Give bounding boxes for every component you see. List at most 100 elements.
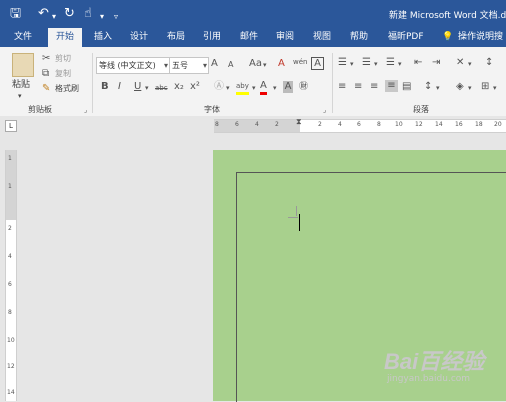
scissors-icon[interactable]: ✂ bbox=[42, 53, 50, 65]
touch-mode-icon[interactable]: ☝ bbox=[84, 6, 92, 22]
undo-icon[interactable]: ↶ bbox=[38, 6, 49, 22]
crop-mark bbox=[296, 206, 297, 216]
chinese-layout-icon[interactable]: ✕ bbox=[456, 57, 464, 69]
borders-icon[interactable]: ⊞ bbox=[481, 81, 489, 93]
chevron-down-icon[interactable]: ▾ bbox=[436, 82, 440, 94]
clear-formatting-icon[interactable]: A bbox=[278, 58, 285, 70]
tab-design[interactable]: 设计 bbox=[130, 28, 148, 47]
strikethrough-button[interactable]: abc bbox=[155, 82, 168, 94]
paste-dropdown-icon[interactable]: ▾ bbox=[18, 89, 22, 103]
subscript-button[interactable]: x₂ bbox=[174, 81, 184, 93]
chevron-down-icon[interactable]: ▾ bbox=[374, 58, 378, 70]
ruler-tick: 4 bbox=[8, 253, 12, 260]
chevron-down-icon[interactable]: ▾ bbox=[350, 58, 354, 70]
tab-selector-icon[interactable]: L bbox=[5, 120, 17, 132]
ruler-tick: 1 bbox=[8, 183, 12, 190]
chevron-down-icon[interactable]: ▾ bbox=[493, 82, 497, 94]
chevron-down-icon[interactable]: ▾ bbox=[252, 82, 256, 94]
sort-icon[interactable]: ↕ bbox=[485, 57, 493, 69]
format-painter-button[interactable]: 格式刷 bbox=[55, 83, 79, 95]
copy-icon[interactable]: ⧉ bbox=[42, 68, 49, 80]
chevron-down-icon[interactable]: ▾ bbox=[226, 82, 230, 94]
tab-layout[interactable]: 布局 bbox=[167, 28, 185, 47]
bullets-icon[interactable]: ☰ bbox=[338, 57, 347, 69]
phonetic-guide-icon[interactable]: wén bbox=[293, 56, 307, 68]
font-name-combo[interactable]: 等线 (中文正文) ▾ bbox=[96, 57, 170, 74]
tab-review[interactable]: 审阅 bbox=[276, 28, 294, 47]
window-title: 新建 Microsoft Word 文档.d bbox=[389, 11, 506, 21]
ruler-tick: 10 bbox=[7, 337, 15, 344]
undo-dropdown-icon[interactable]: ▾ bbox=[52, 9, 56, 25]
chevron-down-icon[interactable]: ▾ bbox=[398, 58, 402, 70]
lightbulb-icon: 💡 bbox=[442, 32, 454, 42]
distributed-icon[interactable]: ▤ bbox=[402, 81, 411, 93]
shading-icon[interactable]: ◈ bbox=[456, 81, 464, 93]
align-right-icon[interactable]: ≡ bbox=[370, 81, 378, 93]
chevron-down-icon[interactable]: ▾ bbox=[145, 82, 149, 94]
copy-button[interactable]: 复制 bbox=[55, 68, 71, 80]
tab-references[interactable]: 引用 bbox=[203, 28, 221, 47]
format-painter-icon[interactable]: ✎ bbox=[42, 83, 50, 95]
ruler-tick: 6 bbox=[235, 121, 239, 128]
tab-foxit-pdf[interactable]: 福昕PDF bbox=[388, 28, 424, 47]
tab-help[interactable]: 帮助 bbox=[350, 28, 368, 47]
ruler-tick: 1 bbox=[8, 155, 12, 162]
title-bar: 🖫 ↶ ▾ ↻ ☝ ▾ ▿ 新建 Microsoft Word 文档.d bbox=[0, 0, 506, 28]
chevron-down-icon: ▾ bbox=[163, 61, 168, 70]
ruler-tick: 12 bbox=[415, 121, 423, 128]
ruler-tick: 8 bbox=[377, 121, 381, 128]
line-spacing-icon[interactable]: ↕ bbox=[424, 81, 432, 93]
separator bbox=[332, 53, 333, 113]
text-effects-icon[interactable]: Ⓐ bbox=[214, 81, 224, 93]
character-shading-icon[interactable]: A bbox=[283, 81, 293, 93]
touch-dropdown-icon[interactable]: ▾ bbox=[100, 9, 104, 25]
change-case-icon[interactable]: Aa bbox=[249, 58, 262, 70]
ruler-tick: 16 bbox=[455, 121, 463, 128]
ruler-tick: 4 bbox=[338, 121, 342, 128]
shrink-font-icon[interactable]: A bbox=[228, 59, 233, 71]
tab-file[interactable]: 文件 bbox=[14, 28, 32, 47]
chevron-down-icon[interactable]: ▾ bbox=[263, 59, 267, 71]
clipboard-launcher-icon[interactable]: ⌟ bbox=[84, 106, 87, 114]
underline-button[interactable]: U bbox=[134, 81, 141, 93]
customize-qat-icon[interactable]: ▿ bbox=[114, 9, 118, 25]
tab-view[interactable]: 视图 bbox=[313, 28, 331, 47]
chevron-down-icon[interactable]: ▾ bbox=[468, 58, 472, 70]
vertical-ruler[interactable]: 1 1 2 4 6 8 10 12 14 bbox=[5, 150, 17, 401]
multilevel-list-icon[interactable]: ☰ bbox=[386, 57, 395, 69]
align-center-icon[interactable]: ≡ bbox=[354, 81, 362, 93]
font-color-icon[interactable]: A bbox=[260, 80, 267, 95]
clipboard-group-label: 剪贴板 bbox=[28, 105, 52, 114]
align-left-icon[interactable]: ≡ bbox=[338, 81, 346, 93]
numbering-icon[interactable]: ☰ bbox=[362, 57, 371, 69]
enclose-characters-icon[interactable]: ㊖ bbox=[299, 81, 308, 93]
ruler-tick: 12 bbox=[7, 363, 15, 370]
character-border-icon[interactable]: A bbox=[311, 57, 324, 70]
decrease-indent-icon[interactable]: ⇤ bbox=[414, 57, 422, 69]
save-icon[interactable]: 🖫 bbox=[10, 6, 21, 22]
indent-marker-icon[interactable]: ⧗ bbox=[296, 117, 302, 127]
bold-button[interactable]: B bbox=[101, 81, 109, 93]
justify-icon[interactable]: ≡ bbox=[385, 80, 398, 92]
tell-me-search[interactable]: 操作说明搜 bbox=[458, 28, 503, 47]
clipboard-paste-icon[interactable] bbox=[12, 53, 34, 77]
superscript-button[interactable]: x² bbox=[190, 81, 200, 93]
redo-icon[interactable]: ↻ bbox=[64, 6, 75, 22]
ruler-tick: 2 bbox=[275, 121, 279, 128]
cut-button[interactable]: 剪切 bbox=[55, 53, 71, 65]
italic-button[interactable]: I bbox=[118, 81, 121, 93]
highlight-icon[interactable]: aby bbox=[236, 80, 249, 95]
tab-mailings[interactable]: 邮件 bbox=[240, 28, 258, 47]
font-size-combo[interactable]: 五号 ▾ bbox=[169, 57, 209, 74]
grow-font-icon[interactable]: A bbox=[211, 58, 218, 70]
chevron-down-icon[interactable]: ▾ bbox=[273, 82, 277, 94]
font-launcher-icon[interactable]: ⌟ bbox=[323, 106, 326, 114]
increase-indent-icon[interactable]: ⇥ bbox=[432, 57, 440, 69]
horizontal-ruler[interactable]: 8 6 4 2 ⧗ 2 4 6 8 10 12 14 16 18 20 bbox=[214, 117, 506, 133]
tab-home[interactable]: 开始 bbox=[48, 28, 83, 47]
text-cursor bbox=[299, 214, 300, 231]
baidu-watermark: Bai百经验 jingyan.baidu.com bbox=[384, 344, 494, 388]
ribbon-tabs: 文件 开始 插入 设计 布局 引用 邮件 审阅 视图 帮助 福昕PDF 💡 操作… bbox=[0, 28, 506, 47]
tab-insert[interactable]: 插入 bbox=[94, 28, 112, 47]
chevron-down-icon[interactable]: ▾ bbox=[468, 82, 472, 94]
